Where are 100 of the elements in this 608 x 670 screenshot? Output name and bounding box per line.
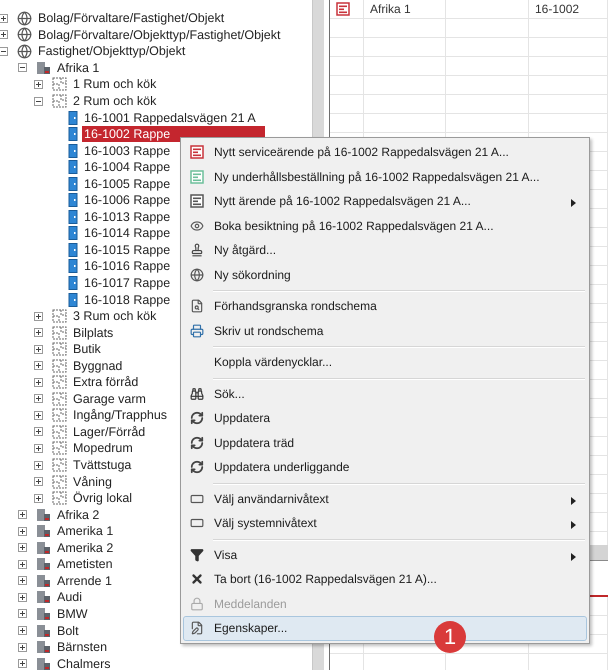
- menu-item[interactable]: Ny sökordning: [183, 262, 587, 287]
- tree-item[interactable]: Chalmers: [55, 656, 112, 670]
- menu-item[interactable]: Visa: [183, 542, 587, 567]
- expand-toggle[interactable]: [34, 460, 43, 470]
- tree-item[interactable]: Afrika 1: [55, 60, 102, 76]
- expand-toggle[interactable]: [34, 80, 43, 89]
- tree-item[interactable]: Bärnsten: [55, 639, 110, 656]
- expand-toggle[interactable]: [34, 394, 43, 404]
- expand-toggle[interactable]: [0, 30, 8, 40]
- menu-item[interactable]: Uppdatera underliggande: [183, 455, 587, 480]
- tree-item[interactable]: Bolag/Förvaltare/Fastighet/Objekt: [36, 10, 226, 26]
- tree-item[interactable]: 16-1003 Rappe: [82, 142, 172, 159]
- expand-toggle[interactable]: [18, 63, 27, 72]
- form-icon: [190, 145, 204, 160]
- menu-item[interactable]: Ta bort (16-1002 Rappedalsvägen 21 A)...: [183, 567, 587, 592]
- table-cell: 16-1002: [529, 0, 608, 18]
- menu-item[interactable]: Boka besiktning på 16-1002 Rappedalsvägen 21 A...: [183, 214, 587, 238]
- menu-item[interactable]: Nytt ärende på 16-1002 Rappedalsvägen 21 A...: [183, 189, 587, 214]
- door-icon: [68, 176, 78, 191]
- menu-item[interactable]: Sök...: [183, 382, 587, 406]
- expand-toggle[interactable]: [0, 46, 8, 56]
- tree-item[interactable]: Amerika 2: [55, 540, 116, 556]
- expand-toggle[interactable]: [34, 494, 43, 503]
- tree-item[interactable]: 16-1015 Rappe: [82, 242, 172, 258]
- tree-item[interactable]: 16-1005 Rappe: [82, 176, 172, 192]
- tree-item[interactable]: 16-1016 Rappe: [82, 258, 172, 274]
- tree-item[interactable]: 16-1001 Rappedalsvägen 21 A: [82, 110, 258, 126]
- expand-toggle[interactable]: [18, 560, 27, 569]
- tree-item[interactable]: Ametisten: [55, 556, 115, 572]
- tree-item[interactable]: Lager/Förråd: [71, 424, 148, 440]
- floor-plan-icon: [52, 358, 67, 373]
- tree-item[interactable]: 16-1017 Rappe: [82, 275, 172, 292]
- tree-item[interactable]: Arrende 1: [55, 572, 114, 589]
- expand-toggle[interactable]: [18, 510, 27, 520]
- door-icon: [68, 292, 78, 307]
- building-icon: [36, 60, 51, 75]
- menu-item[interactable]: Skriv ut rondschema: [183, 318, 587, 343]
- expand-toggle[interactable]: [34, 328, 43, 338]
- tree-item[interactable]: 16-1013 Rappe: [82, 208, 172, 225]
- tree-item[interactable]: 16-1004 Rappe: [82, 159, 172, 176]
- tree-item[interactable]: Butik: [71, 341, 103, 358]
- tree-item[interactable]: BMW: [55, 606, 90, 622]
- door-icon: [68, 242, 78, 257]
- tree-item[interactable]: Bolt: [55, 622, 81, 638]
- door-icon: [68, 160, 78, 174]
- tree-item[interactable]: Bilplats: [71, 324, 116, 341]
- expand-toggle[interactable]: [34, 361, 43, 370]
- tree-item[interactable]: Våning: [71, 474, 114, 490]
- expand-toggle[interactable]: [18, 543, 27, 552]
- expand-toggle[interactable]: [34, 96, 43, 106]
- menu-item[interactable]: Ny underhållsbeställning på 16-1002 Rappedalsvägen 21 A...: [183, 164, 587, 189]
- door-icon: [68, 193, 78, 208]
- door-icon: [68, 276, 78, 290]
- floor-plan-icon: [52, 424, 67, 439]
- tree-item[interactable]: Bolag/Förvaltare/Objekttyp/Fastighet/Objekt: [36, 26, 282, 43]
- expand-toggle[interactable]: [34, 427, 43, 436]
- menu-item[interactable]: Välj systemnivåtext: [183, 511, 587, 536]
- expand-toggle[interactable]: [18, 659, 27, 668]
- tree-item[interactable]: Byggnad: [71, 358, 124, 374]
- expand-toggle[interactable]: [34, 477, 43, 486]
- menu-item[interactable]: Förhandsgranska rondschema: [183, 294, 587, 318]
- table-cell: Afrika 1: [364, 0, 446, 18]
- tree-item[interactable]: 16-1006 Rappe: [82, 192, 172, 208]
- menu-item[interactable]: Välj användarnivåtext: [183, 486, 587, 511]
- tree-item[interactable]: Garage varm: [71, 390, 148, 407]
- menu-item[interactable]: Nytt serviceärende på 16-1002 Rappedalsvägen 21 A...: [183, 140, 587, 164]
- tree-item[interactable]: 2 Rum och kök: [71, 93, 158, 109]
- expand-toggle[interactable]: [18, 609, 27, 618]
- menu-item[interactable]: Uppdatera träd: [183, 430, 587, 455]
- tree-item[interactable]: 1 Rum och kök: [71, 76, 158, 92]
- tree-item[interactable]: 3 Rum och kök: [71, 308, 158, 324]
- tree-item[interactable]: Tvättstuga: [71, 457, 134, 474]
- floor-plan-icon: [52, 474, 67, 489]
- page-search-icon: [190, 299, 204, 314]
- expand-toggle[interactable]: [34, 312, 43, 321]
- expand-toggle[interactable]: [0, 14, 8, 23]
- expand-toggle[interactable]: [18, 576, 27, 586]
- tree-item[interactable]: 16-1014 Rappe: [82, 225, 172, 242]
- tree-item[interactable]: Mopedrum: [71, 440, 135, 456]
- tree-item[interactable]: Extra förråd: [71, 374, 140, 390]
- tree-item[interactable]: Afrika 2: [55, 506, 102, 523]
- expand-toggle[interactable]: [18, 592, 27, 602]
- expand-toggle[interactable]: [18, 626, 27, 635]
- menu-item[interactable]: Koppla värdenycklar...: [183, 350, 587, 374]
- expand-toggle[interactable]: [34, 410, 43, 420]
- tree-item[interactable]: Ingång/Trapphus: [71, 407, 170, 424]
- expand-toggle[interactable]: [18, 642, 27, 652]
- menu-item[interactable]: Ny åtgärd...: [183, 238, 587, 262]
- expand-toggle[interactable]: [34, 444, 43, 453]
- expand-toggle[interactable]: [34, 378, 43, 387]
- refresh-icon: [190, 460, 204, 474]
- tree-item[interactable]: Fastighet/Objekttyp/Objekt: [36, 43, 188, 60]
- tree-item[interactable]: 16-1018 Rappe: [82, 292, 172, 308]
- tree-item[interactable]: Amerika 1: [55, 523, 116, 540]
- menu-item[interactable]: Uppdatera: [183, 406, 587, 430]
- tree-item[interactable]: Övrig lokal: [71, 490, 134, 506]
- tree-item[interactable]: Audi: [55, 589, 84, 606]
- expand-toggle[interactable]: [34, 344, 43, 354]
- building-icon: [36, 606, 51, 621]
- expand-toggle[interactable]: [18, 526, 27, 536]
